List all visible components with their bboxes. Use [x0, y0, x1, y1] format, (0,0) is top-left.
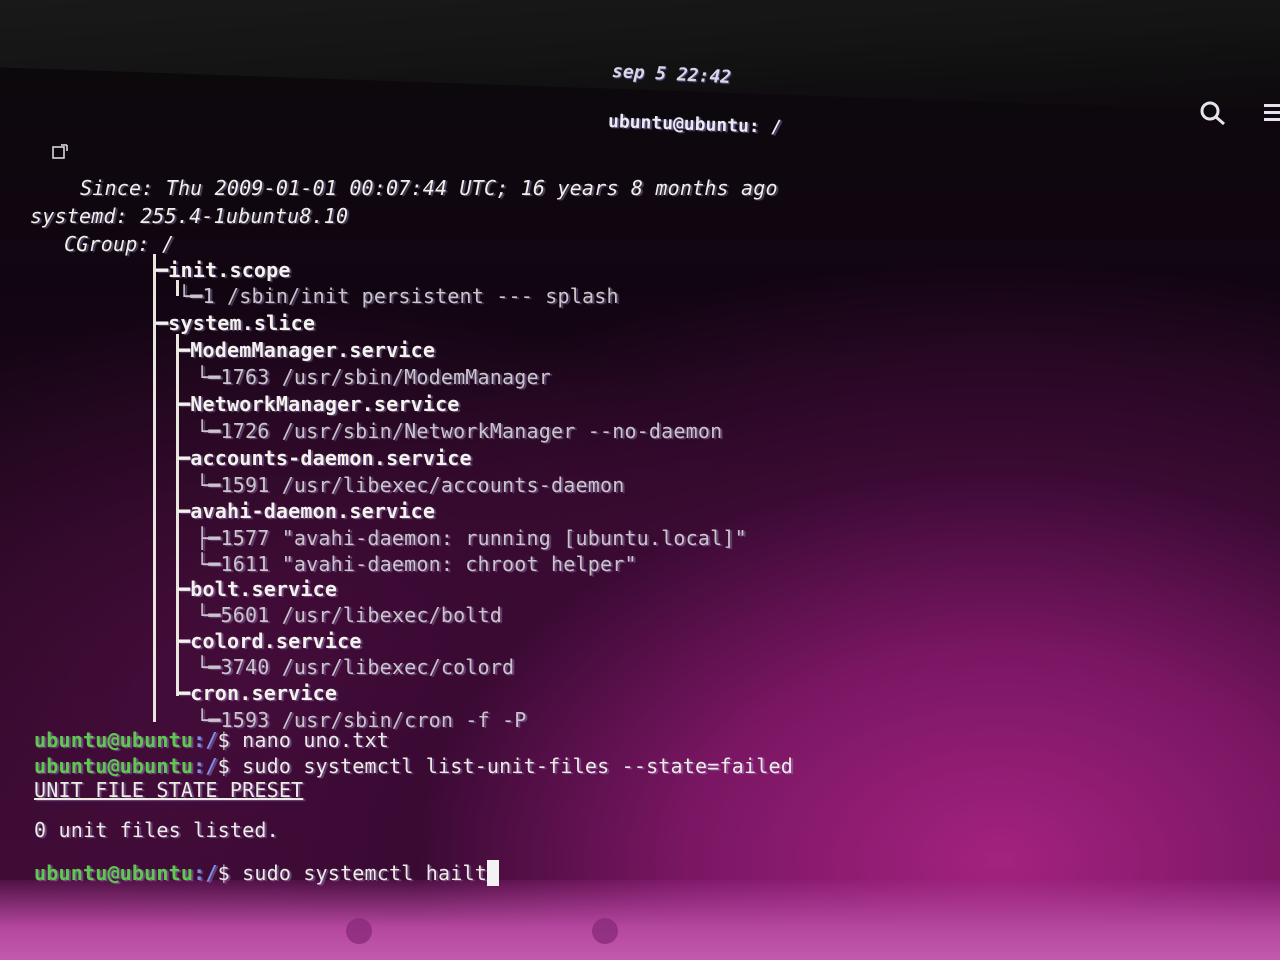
- cgroup-unit: ━ModemManager.service: [178, 338, 436, 362]
- since-value: Thu 2009-01-01 00:07:44 UTC; 16 years 8 …: [165, 176, 778, 200]
- command-line: ubuntu@ubuntu:/$ nano uno.txt: [34, 728, 389, 752]
- systemd-value: 255.4-1ubuntu8.10: [140, 204, 349, 228]
- command-text: nano uno.txt: [229, 728, 390, 752]
- cgroup-process: └━1611 "avahi-daemon: chroot helper": [196, 552, 637, 576]
- cgroup-label: CGroup:: [64, 232, 150, 256]
- text-cursor: [486, 860, 499, 886]
- cgroup-process: ├━1577 "avahi-daemon: running [ubuntu.lo…: [196, 526, 747, 550]
- prompt-symbol: $: [217, 728, 230, 752]
- prompt-path: :/: [193, 728, 218, 752]
- cgroup-process: └━1763 /usr/sbin/ModemManager: [196, 365, 551, 389]
- since-label: Since:: [80, 176, 154, 200]
- prompt-symbol: $: [217, 861, 230, 885]
- prompt-user: ubuntu@ubuntu: [34, 861, 194, 885]
- cgroup-unit: ━NetworkManager.service: [178, 392, 460, 416]
- prompt-user: ubuntu@ubuntu: [34, 754, 194, 778]
- cgroup-process: └━3740 /usr/libexec/colord: [196, 655, 515, 679]
- cgroup-process: └━1726 /usr/sbin/NetworkManager --no-dae…: [196, 419, 723, 443]
- cgroup-unit: ━init.scope: [156, 258, 291, 282]
- prompt-path: :/: [193, 754, 218, 778]
- command-result: 0 unit files listed.: [34, 818, 279, 842]
- cgroup-unit: ━bolt.service: [178, 577, 338, 601]
- cgroup-unit: ━system.slice: [156, 311, 316, 335]
- terminal-output[interactable]: Since: Thu 2009-01-01 00:07:44 UTC; 16 y…: [0, 0, 1280, 960]
- systemd-line: systemd: 255.4-1ubuntu8.10: [30, 204, 348, 228]
- systemd-label: systemd:: [30, 204, 128, 228]
- command-input[interactable]: sudo systemctl hailt: [230, 861, 487, 885]
- cgroup-process: └━1 /sbin/init persistent --- splash: [178, 284, 619, 308]
- command-line: ubuntu@ubuntu:/$ sudo systemctl list-uni…: [34, 754, 793, 778]
- cgroup-unit: ━avahi-daemon.service: [178, 499, 436, 523]
- since-line: Since: Thu 2009-01-01 00:07:44 UTC; 16 y…: [80, 176, 778, 200]
- prompt-user: ubuntu@ubuntu: [34, 728, 194, 752]
- cgroup-unit: ━cron.service: [178, 681, 338, 705]
- command-line-active[interactable]: ubuntu@ubuntu:/$ sudo systemctl hailt: [34, 860, 499, 886]
- cgroup-process: └━1591 /usr/libexec/accounts-daemon: [196, 473, 625, 497]
- cgroup-process: └━5601 /usr/libexec/boltd: [196, 603, 503, 627]
- table-header: UNIT FILE STATE PRESET: [34, 778, 304, 802]
- cgroup-unit: ━accounts-daemon.service: [178, 446, 472, 470]
- desktop-screen: sep 5 22:42 ubuntu@ubuntu: / Since: Thu …: [0, 0, 1280, 960]
- cgroup-unit: ━colord.service: [178, 629, 362, 653]
- command-text: sudo systemctl list-unit-files --state=f…: [229, 754, 793, 778]
- prompt-path: :/: [193, 861, 218, 885]
- cgroup-value: /: [161, 232, 175, 256]
- prompt-symbol: $: [217, 754, 230, 778]
- cgroup-line: CGroup: /: [64, 232, 174, 256]
